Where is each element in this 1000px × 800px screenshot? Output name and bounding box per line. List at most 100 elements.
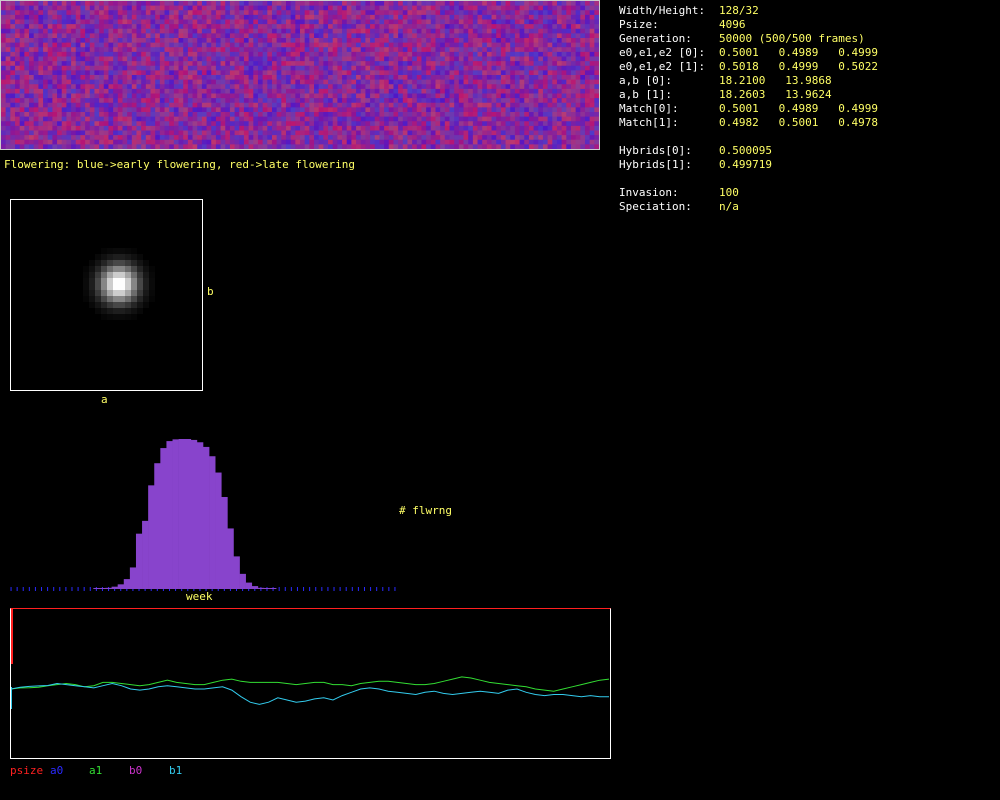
grid-cell <box>435 70 441 76</box>
grid-cell <box>239 139 245 145</box>
histogram-tick <box>370 587 372 591</box>
grid-cell <box>496 130 502 136</box>
grid-cell <box>253 98 259 104</box>
heatmap-cell <box>107 260 113 266</box>
grid-cell <box>426 84 432 90</box>
grid-cell <box>584 135 591 141</box>
grid-cell <box>538 139 544 145</box>
grid-cell <box>99 88 105 95</box>
grid-cell <box>113 33 119 39</box>
grid-cell <box>248 10 254 16</box>
grid-cell <box>486 130 493 136</box>
grid-cell <box>388 102 395 108</box>
grid-cell <box>24 61 30 67</box>
grid-cell <box>295 14 301 21</box>
grid-cell <box>561 28 567 34</box>
grid-cell <box>103 116 110 122</box>
grid-cell <box>584 10 591 16</box>
grid-cell <box>304 56 310 62</box>
grid-cell <box>351 51 357 58</box>
grid-cell <box>318 1 324 7</box>
grid-cell <box>285 1 292 7</box>
grid-cell <box>407 56 413 62</box>
grid-cell <box>201 47 208 53</box>
grid-cell <box>412 65 418 71</box>
grid-cell <box>570 10 577 16</box>
grid-cell <box>57 70 63 76</box>
grid-cell <box>145 112 152 118</box>
grid-cell <box>580 14 586 21</box>
grid-cell <box>141 125 147 132</box>
grid-cell <box>113 88 119 95</box>
grid-cell <box>206 121 212 127</box>
grid-cell <box>24 33 30 39</box>
grid-cell <box>309 5 315 11</box>
grid-cell <box>491 33 497 39</box>
grid-cell <box>61 65 67 71</box>
grid-cell <box>131 19 138 25</box>
grid-cell <box>407 107 413 113</box>
heatmap-cell <box>125 254 131 260</box>
grid-cell <box>328 121 334 127</box>
grid-cell <box>145 24 152 30</box>
grid-cell <box>29 144 35 149</box>
grid-cell <box>38 42 44 48</box>
grid-cell <box>10 75 16 81</box>
grid-cell <box>472 38 479 44</box>
population-grid <box>0 0 600 150</box>
grid-cell <box>262 51 268 58</box>
grid-cell <box>398 98 404 104</box>
grid-cell <box>61 51 67 58</box>
grid-cell <box>19 5 25 11</box>
grid-cell <box>426 65 432 71</box>
grid-cell <box>19 135 25 141</box>
grid-cell <box>239 130 245 136</box>
grid-cell <box>552 1 558 7</box>
grid-cell <box>570 121 577 127</box>
grid-cell <box>510 116 516 122</box>
grid-cell <box>117 130 124 136</box>
grid-cell <box>351 93 357 99</box>
grid-cell <box>384 51 390 58</box>
grid-cell <box>131 79 138 85</box>
grid-cell <box>71 5 77 11</box>
grid-cell <box>370 135 376 141</box>
series-line-a1 <box>11 676 610 692</box>
grid-cell <box>19 98 25 104</box>
grid-cell <box>47 107 53 113</box>
grid-cell <box>290 33 296 39</box>
grid-cell <box>234 24 240 30</box>
grid-cell <box>206 135 212 141</box>
grid-cell <box>271 107 278 113</box>
grid-cell <box>566 61 572 67</box>
grid-cell <box>584 33 591 39</box>
grid-cell <box>215 84 222 90</box>
grid-cell <box>262 1 268 7</box>
grid-cell <box>440 47 446 53</box>
grid-cell <box>173 61 180 67</box>
grid-cell <box>323 56 329 62</box>
grid-cell <box>192 107 198 113</box>
grid-cell <box>510 88 516 95</box>
grid-cell <box>243 84 250 90</box>
grid-cell <box>393 121 399 127</box>
grid-cell <box>388 130 395 136</box>
grid-cell <box>552 116 558 122</box>
grid-cell <box>220 130 226 136</box>
grid-cell <box>15 125 21 132</box>
grid-cell <box>10 5 16 11</box>
grid-cell <box>435 51 441 58</box>
grid-cell <box>416 14 423 21</box>
grid-cell <box>393 144 399 149</box>
grid-cell <box>440 65 446 71</box>
grid-cell <box>510 135 516 141</box>
grid-cell <box>589 130 595 136</box>
grid-cell <box>528 5 535 11</box>
grid-cell <box>496 19 502 25</box>
grid-cell <box>201 10 208 16</box>
grid-cell <box>80 19 86 25</box>
grid-cell <box>99 144 105 149</box>
grid-cell <box>127 139 133 145</box>
grid-cell <box>547 112 553 118</box>
grid-cell <box>589 10 595 16</box>
